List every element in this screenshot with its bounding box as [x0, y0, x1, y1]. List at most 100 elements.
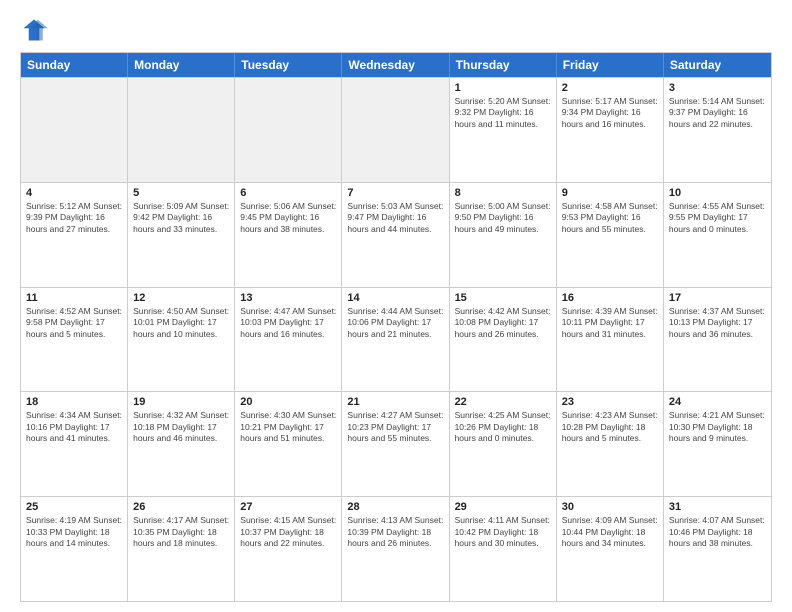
cal-cell: 1Sunrise: 5:20 AM Sunset: 9:32 PM Daylig… [450, 78, 557, 182]
day-number: 8 [455, 187, 551, 199]
day-info: Sunrise: 4:25 AM Sunset: 10:26 PM Daylig… [455, 410, 551, 444]
day-info: Sunrise: 4:58 AM Sunset: 9:53 PM Dayligh… [562, 201, 658, 235]
cal-cell: 23 Sunrise: 4:23 AM Sunset: 10:28 PM Dayl… [557, 392, 664, 496]
cal-cell: 2 Sunrise: 5:17 AM Sunset: 9:34 PM Daylig… [557, 78, 664, 182]
cal-cell: 29 Sunrise: 4:11 AM Sunset: 10:42 PM Dayl… [450, 497, 557, 601]
day-number: 11 [26, 292, 122, 304]
day-number: 17 [669, 292, 766, 304]
day-number: 3 [669, 82, 766, 94]
cal-cell: 14Sunrise: 4:44 AM Sunset: 10:06 PM Dayl… [342, 288, 449, 392]
cal-cell: 5 Sunrise: 5:09 AM Sunset: 9:42 PM Daylig… [128, 183, 235, 287]
day-number: 18 [26, 396, 122, 408]
day-number: 23 [562, 396, 658, 408]
day-info: Sunrise: 5:20 AM Sunset: 9:32 PM Dayligh… [455, 96, 551, 130]
day-number: 4 [26, 187, 122, 199]
cal-cell: 19Sunrise: 4:32 AM Sunset: 10:18 PM Dayl… [128, 392, 235, 496]
cal-cell: 27 Sunrise: 4:15 AM Sunset: 10:37 PM Dayl… [235, 497, 342, 601]
day-info: Sunrise: 4:44 AM Sunset: 10:06 PM Daylig… [347, 306, 443, 340]
cal-cell: 24Sunrise: 4:21 AM Sunset: 10:30 PM Dayl… [664, 392, 771, 496]
cal-header-cell: Friday [557, 53, 664, 77]
cal-cell [342, 78, 449, 182]
logo-icon [20, 16, 48, 44]
day-info: Sunrise: 4:32 AM Sunset: 10:18 PM Daylig… [133, 410, 229, 444]
day-info: Sunrise: 5:14 AM Sunset: 9:37 PM Dayligh… [669, 96, 766, 130]
day-number: 9 [562, 187, 658, 199]
day-number: 2 [562, 82, 658, 94]
day-number: 12 [133, 292, 229, 304]
logo [20, 16, 52, 44]
cal-header-cell: Sunday [21, 53, 128, 77]
day-number: 10 [669, 187, 766, 199]
calendar-header-row: SundayMondayTuesdayWednesdayThursdayFrid… [21, 53, 771, 77]
day-info: Sunrise: 4:37 AM Sunset: 10:13 PM Daylig… [669, 306, 766, 340]
cal-cell: 12 Sunrise: 4:50 AM Sunset: 10:01 PM Dayl… [128, 288, 235, 392]
day-number: 27 [240, 501, 336, 513]
day-number: 22 [455, 396, 551, 408]
cal-cell: 26Sunrise: 4:17 AM Sunset: 10:35 PM Dayl… [128, 497, 235, 601]
cal-week-4: 18 Sunrise: 4:34 AM Sunset: 10:16 PM Dayl… [21, 391, 771, 496]
day-number: 31 [669, 501, 766, 513]
day-number: 5 [133, 187, 229, 199]
day-number: 24 [669, 396, 766, 408]
cal-cell [128, 78, 235, 182]
day-number: 16 [562, 292, 658, 304]
cal-header-cell: Tuesday [235, 53, 342, 77]
day-info: Sunrise: 5:00 AM Sunset: 9:50 PM Dayligh… [455, 201, 551, 235]
day-number: 29 [455, 501, 551, 513]
cal-cell [21, 78, 128, 182]
cal-cell: 28 Sunrise: 4:13 AM Sunset: 10:39 PM Dayl… [342, 497, 449, 601]
cal-cell: 21Sunrise: 4:27 AM Sunset: 10:23 PM Dayl… [342, 392, 449, 496]
cal-cell: 3 Sunrise: 5:14 AM Sunset: 9:37 PM Daylig… [664, 78, 771, 182]
cal-cell: 6Sunrise: 5:06 AM Sunset: 9:45 PM Daylig… [235, 183, 342, 287]
day-info: Sunrise: 4:50 AM Sunset: 10:01 PM Daylig… [133, 306, 229, 340]
calendar-body: 1Sunrise: 5:20 AM Sunset: 9:32 PM Daylig… [21, 77, 771, 601]
cal-header-cell: Monday [128, 53, 235, 77]
cal-cell: 22 Sunrise: 4:25 AM Sunset: 10:26 PM Dayl… [450, 392, 557, 496]
day-number: 25 [26, 501, 122, 513]
day-info: Sunrise: 4:11 AM Sunset: 10:42 PM Daylig… [455, 515, 551, 549]
day-number: 7 [347, 187, 443, 199]
day-info: Sunrise: 4:47 AM Sunset: 10:03 PM Daylig… [240, 306, 336, 340]
day-info: Sunrise: 4:55 AM Sunset: 9:55 PM Dayligh… [669, 201, 766, 235]
day-info: Sunrise: 5:06 AM Sunset: 9:45 PM Dayligh… [240, 201, 336, 235]
day-number: 28 [347, 501, 443, 513]
cal-cell: 31 Sunrise: 4:07 AM Sunset: 10:46 PM Dayl… [664, 497, 771, 601]
day-info: Sunrise: 4:23 AM Sunset: 10:28 PM Daylig… [562, 410, 658, 444]
day-info: Sunrise: 5:09 AM Sunset: 9:42 PM Dayligh… [133, 201, 229, 235]
cal-header-cell: Thursday [450, 53, 557, 77]
cal-cell: 25Sunrise: 4:19 AM Sunset: 10:33 PM Dayl… [21, 497, 128, 601]
calendar: SundayMondayTuesdayWednesdayThursdayFrid… [20, 52, 772, 602]
cal-cell: 17 Sunrise: 4:37 AM Sunset: 10:13 PM Dayl… [664, 288, 771, 392]
cal-cell [235, 78, 342, 182]
day-info: Sunrise: 4:30 AM Sunset: 10:21 PM Daylig… [240, 410, 336, 444]
header [20, 16, 772, 44]
cal-header-cell: Saturday [664, 53, 771, 77]
cal-cell: 20 Sunrise: 4:30 AM Sunset: 10:21 PM Dayl… [235, 392, 342, 496]
day-info: Sunrise: 4:42 AM Sunset: 10:08 PM Daylig… [455, 306, 551, 340]
day-info: Sunrise: 4:17 AM Sunset: 10:35 PM Daylig… [133, 515, 229, 549]
day-info: Sunrise: 5:03 AM Sunset: 9:47 PM Dayligh… [347, 201, 443, 235]
day-info: Sunrise: 5:17 AM Sunset: 9:34 PM Dayligh… [562, 96, 658, 130]
cal-cell: 4Sunrise: 5:12 AM Sunset: 9:39 PM Daylig… [21, 183, 128, 287]
day-number: 15 [455, 292, 551, 304]
cal-cell: 18 Sunrise: 4:34 AM Sunset: 10:16 PM Dayl… [21, 392, 128, 496]
day-info: Sunrise: 4:09 AM Sunset: 10:44 PM Daylig… [562, 515, 658, 549]
day-info: Sunrise: 4:15 AM Sunset: 10:37 PM Daylig… [240, 515, 336, 549]
day-number: 20 [240, 396, 336, 408]
cal-week-1: 1Sunrise: 5:20 AM Sunset: 9:32 PM Daylig… [21, 77, 771, 182]
day-number: 30 [562, 501, 658, 513]
day-number: 13 [240, 292, 336, 304]
cal-cell: 16 Sunrise: 4:39 AM Sunset: 10:11 PM Dayl… [557, 288, 664, 392]
cal-cell: 11Sunrise: 4:52 AM Sunset: 9:58 PM Dayli… [21, 288, 128, 392]
cal-cell: 9 Sunrise: 4:58 AM Sunset: 9:53 PM Daylig… [557, 183, 664, 287]
day-info: Sunrise: 4:07 AM Sunset: 10:46 PM Daylig… [669, 515, 766, 549]
day-info: Sunrise: 4:27 AM Sunset: 10:23 PM Daylig… [347, 410, 443, 444]
cal-week-2: 4Sunrise: 5:12 AM Sunset: 9:39 PM Daylig… [21, 182, 771, 287]
day-info: Sunrise: 4:13 AM Sunset: 10:39 PM Daylig… [347, 515, 443, 549]
cal-cell: 30 Sunrise: 4:09 AM Sunset: 10:44 PM Dayl… [557, 497, 664, 601]
day-info: Sunrise: 4:34 AM Sunset: 10:16 PM Daylig… [26, 410, 122, 444]
cal-cell: 15 Sunrise: 4:42 AM Sunset: 10:08 PM Dayl… [450, 288, 557, 392]
day-info: Sunrise: 4:39 AM Sunset: 10:11 PM Daylig… [562, 306, 658, 340]
page: SundayMondayTuesdayWednesdayThursdayFrid… [0, 0, 792, 612]
cal-header-cell: Wednesday [342, 53, 449, 77]
